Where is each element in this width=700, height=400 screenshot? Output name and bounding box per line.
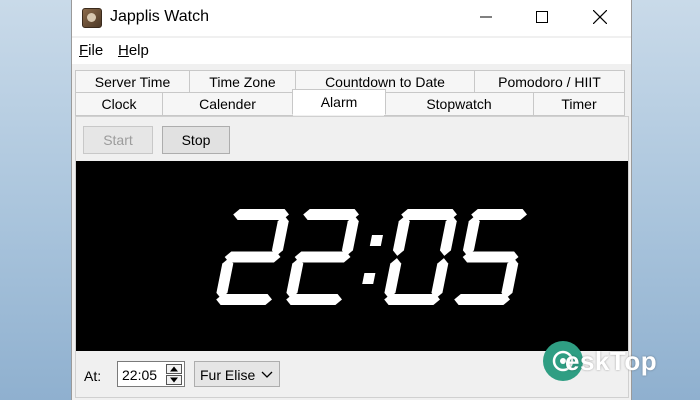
segment-b xyxy=(341,215,359,256)
tab-clock[interactable]: Clock xyxy=(75,92,163,116)
digit-5 xyxy=(454,209,527,305)
segment-e xyxy=(384,258,402,299)
tab-calender[interactable]: Calender xyxy=(162,92,293,116)
segment-e xyxy=(216,258,234,299)
segment-c xyxy=(501,258,519,299)
minimize-icon xyxy=(480,16,492,18)
minimize-button[interactable] xyxy=(458,0,514,34)
tab-timer[interactable]: Timer xyxy=(533,92,625,116)
digit-2 xyxy=(286,209,359,305)
colon-dot-bottom xyxy=(362,273,376,284)
alarm-sound-select[interactable]: Fur Elise xyxy=(194,361,280,387)
segment-b xyxy=(271,215,289,256)
segment-g xyxy=(294,251,351,263)
alarm-time-spinner[interactable]: 22:05 xyxy=(117,361,185,387)
time-digits xyxy=(216,209,527,305)
digit-0 xyxy=(384,209,457,305)
clock-display xyxy=(76,161,628,351)
segment-f xyxy=(392,215,410,256)
chevron-down-icon xyxy=(261,371,273,378)
menu-help[interactable]: Help xyxy=(118,42,149,59)
tab-strip: Server Time Time Zone Countdown to Date … xyxy=(72,68,631,116)
tab-stopwatch[interactable]: Stopwatch xyxy=(384,92,534,116)
tab-server-time[interactable]: Server Time xyxy=(75,70,190,94)
close-button[interactable] xyxy=(572,0,628,34)
spin-up-icon[interactable] xyxy=(166,364,182,374)
colon-dot-top xyxy=(369,235,383,246)
stop-button[interactable]: Stop xyxy=(162,126,230,154)
tab-alarm[interactable]: Alarm xyxy=(292,89,386,115)
alarm-time-value: 22:05 xyxy=(122,367,158,383)
close-icon xyxy=(593,10,607,24)
segment-b xyxy=(439,215,457,256)
start-button[interactable]: Start xyxy=(83,126,153,154)
alarm-sound-value: Fur Elise xyxy=(200,367,256,383)
segment-d xyxy=(454,294,510,305)
maximize-icon xyxy=(536,11,548,23)
app-icon xyxy=(82,8,102,28)
segment-f xyxy=(462,215,480,256)
tab-time-zone[interactable]: Time Zone xyxy=(189,70,296,94)
segment-a xyxy=(471,209,527,220)
seven-segment-display xyxy=(216,209,527,305)
segment-c xyxy=(431,258,449,299)
maximize-button[interactable] xyxy=(514,0,570,34)
app-window: Japplis Watch File Help Server Time Time… xyxy=(71,0,632,400)
digit-2 xyxy=(216,209,289,305)
at-label: At: xyxy=(84,368,102,384)
title-bar[interactable]: Japplis Watch xyxy=(72,0,631,36)
segment-g xyxy=(462,251,519,263)
tab-pomodoro-hiit[interactable]: Pomodoro / HIIT xyxy=(474,70,625,94)
watermark: eskTop xyxy=(543,341,693,389)
watermark-text: eskTop xyxy=(565,346,658,376)
segment-e xyxy=(286,258,304,299)
menu-file[interactable]: File xyxy=(79,42,103,59)
segment-g xyxy=(224,251,281,263)
spin-down-icon[interactable] xyxy=(166,375,182,385)
window-title: Japplis Watch xyxy=(110,8,209,25)
menu-bar: File Help xyxy=(72,38,631,64)
